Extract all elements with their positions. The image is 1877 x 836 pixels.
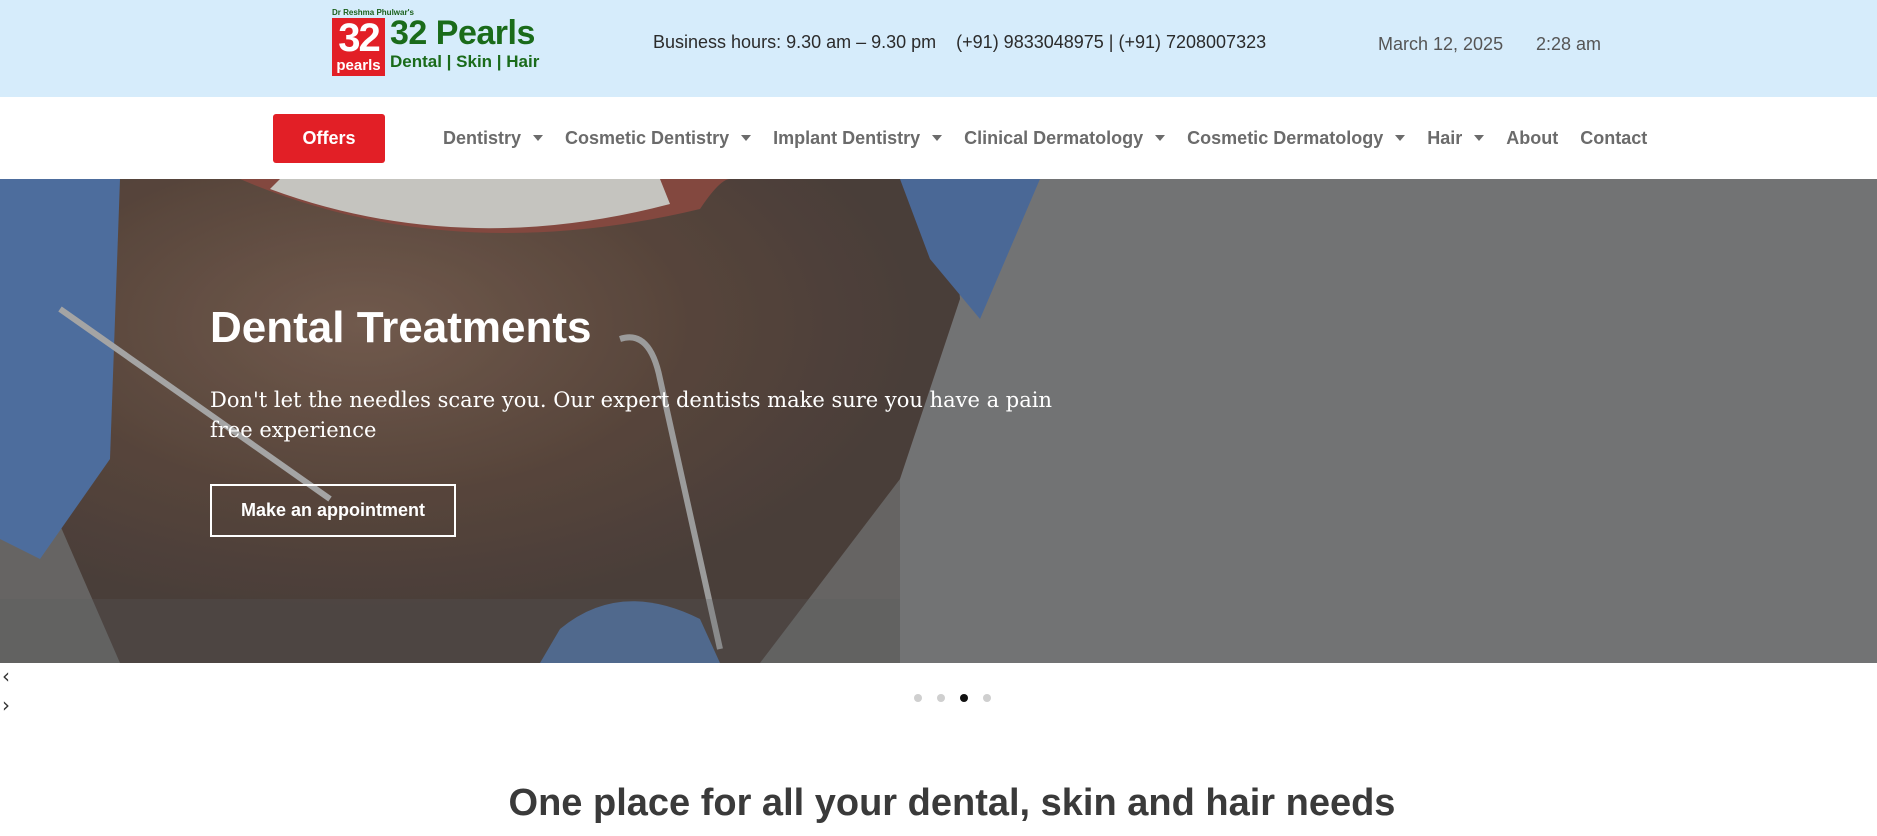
nav-item-implant-dentistry[interactable]: Implant Dentistry [773,127,943,149]
hero-description: Don't let the needles scare you. Our exp… [210,388,1053,442]
chevron-right-icon[interactable]: › [2,693,10,717]
nav-item-cosmetic-dermatology[interactable]: Cosmetic Dermatology [1187,127,1406,149]
slider-dot[interactable] [983,694,991,702]
hero-title: Dental Treatments [210,303,592,352]
nav-item-label: Hair [1427,127,1463,148]
nav-item-label: Cosmetic Dentistry [565,127,730,148]
logo-brand: 32 Pearls [390,14,535,52]
nav-item-clinical-dermatology[interactable]: Clinical Dermatology [964,127,1166,149]
nav-item-label: Cosmetic Dermatology [1187,127,1384,148]
slider-dot-active[interactable] [960,694,968,702]
business-hours-text: Business hours: 9.30 am – 9.30 pm (+91) … [653,32,1267,52]
main-navigation: Offers Dentistry Cosmetic Dentistry Impl… [0,97,1877,179]
slider-dot[interactable] [914,694,922,702]
site-logo[interactable]: Dr Reshma Phulwar's 32 pearls 32 Pearls … [332,8,542,76]
nav-item-label: Contact [1580,127,1648,148]
caret-down-icon [1474,135,1485,141]
logo-badge-sub: pearls [336,57,381,74]
make-appointment-button[interactable]: Make an appointment [210,484,456,537]
nav-item-contact[interactable]: Contact [1580,128,1647,149]
caret-down-icon [533,135,544,141]
nav-item-cosmetic-dentistry[interactable]: Cosmetic Dentistry [565,127,752,149]
current-time: 2:28 am [1536,34,1602,54]
caret-down-icon [932,135,943,141]
nav-item-dentistry[interactable]: Dentistry [443,127,544,149]
logo-tagline: Dental | Skin | Hair [390,52,540,71]
business-hours: Business hours: 9.30 am – 9.30 pm (+91) … [653,32,1266,53]
logo-badge-number: 32 [338,16,381,60]
caret-down-icon [1395,135,1406,141]
nav-item-label: Dentistry [443,127,522,148]
caret-down-icon [741,135,752,141]
nav-item-label: Clinical Dermatology [964,127,1144,148]
top-bar: Dr Reshma Phulwar's 32 pearls 32 Pearls … [0,0,1877,97]
hero-slide: Dental Treatments Don't let the needles … [0,179,1877,663]
current-date: March 12, 2025 [1378,34,1504,54]
logo-badge: 32 pearls [332,18,385,76]
nav-item-label: Implant Dentistry [773,127,921,148]
slider-pagination [914,694,1006,702]
section-title: One place for all your dental, skin and … [508,782,1396,824]
nav-item-about[interactable]: About [1506,128,1558,149]
caret-down-icon [1155,135,1166,141]
slider-dot[interactable] [937,694,945,702]
chevron-left-icon[interactable]: ‹ [2,664,10,688]
nav-item-label: About [1506,127,1559,148]
offers-button[interactable]: Offers [273,114,385,163]
nav-menu: Dentistry Cosmetic Dentistry Implant Den… [443,97,1669,179]
nav-item-hair[interactable]: Hair [1427,127,1485,149]
